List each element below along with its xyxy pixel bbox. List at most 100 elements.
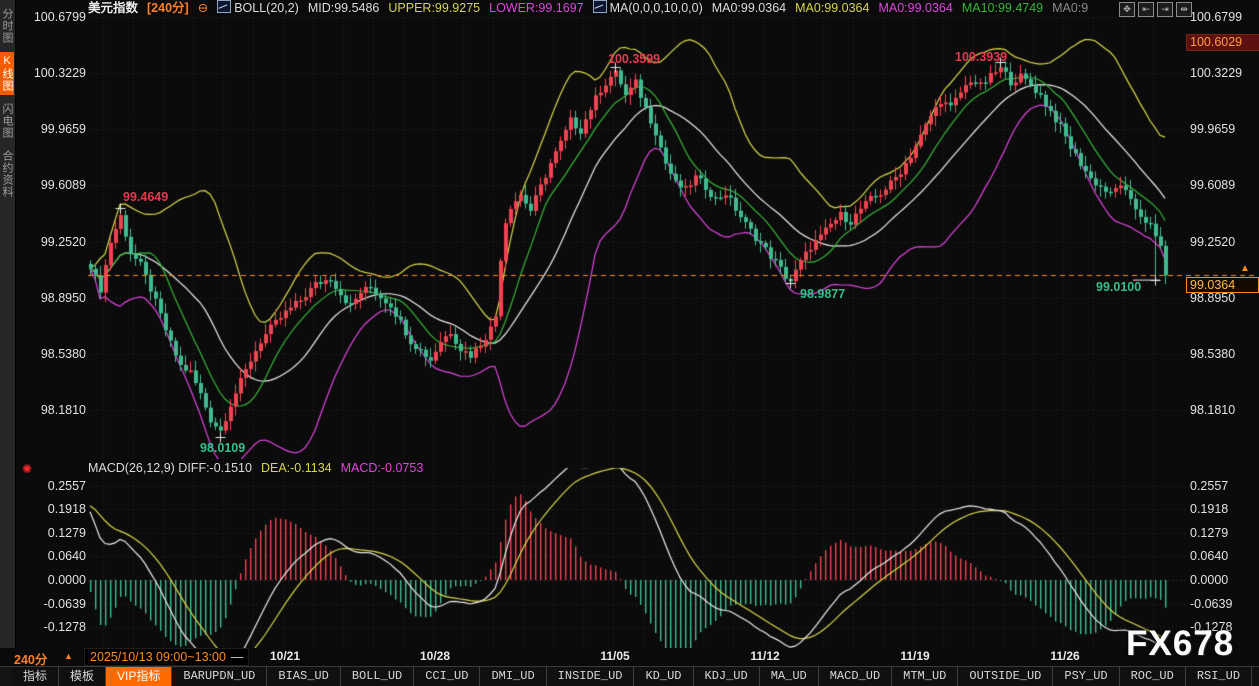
tab-INSIDE_UD[interactable]: INSIDE_UD	[547, 667, 635, 686]
tab-VIP指标[interactable]: VIP指标	[106, 667, 172, 686]
macd-hist-value: MACD:-0.0753	[341, 461, 424, 475]
annotation-99.0100: 99.0100	[1096, 280, 1141, 294]
session-high-badge: 100.6029	[1186, 34, 1259, 51]
price-label-left: 99.2520	[24, 235, 86, 249]
macd-label-left: 0.2557	[24, 479, 86, 493]
tab-KD_UD[interactable]: KD_UD	[634, 667, 693, 686]
boll-mid-value: MID:99.5486	[308, 1, 380, 15]
pan-icon[interactable]: ✥	[1119, 2, 1135, 17]
ma-chart-icon	[593, 0, 607, 13]
macd-diff-value: MACD(26,12,9) DIFF:-0.1510	[88, 461, 252, 475]
price-label-right: 98.1810	[1190, 403, 1235, 417]
ma10-value: MA10:99.4749	[962, 1, 1043, 15]
annotation-98.0109: 98.0109	[200, 441, 245, 455]
macd-label-right: -0.1278	[1190, 620, 1232, 634]
x-label-11/05: 11/05	[600, 649, 629, 663]
annotation-98.9877: 98.9877	[800, 287, 845, 301]
boll-title: BOLL(20,2)	[234, 1, 299, 15]
annotation-100.3939: 100.3939	[955, 50, 1007, 64]
tab-指标[interactable]: 指标	[12, 667, 59, 686]
price-label-left: 100.3229	[24, 66, 86, 80]
sidebar-item-分时图[interactable]: 分时图	[0, 5, 14, 47]
tab-MACD_UD[interactable]: MACD_UD	[819, 667, 892, 686]
chart-window: 分时图 K线图闪电图合约资料 美元指数 [240分] ⊖ BOLL(20,2) MID:9…	[0, 0, 1259, 685]
current-price-badge: 99.0364	[1186, 277, 1259, 293]
axis-scale-right-icon[interactable]: ⇥	[1157, 2, 1173, 17]
x-label-10/28: 10/28	[420, 649, 450, 663]
x-label-11/12: 11/12	[750, 649, 779, 663]
tab-ROC_UD[interactable]: ROC_UD	[1120, 667, 1186, 686]
tab-PSY_UD[interactable]: PSY_UD	[1053, 667, 1119, 686]
axis-scale-left-icon[interactable]: ⇤	[1138, 2, 1154, 17]
sidebar-item-闪电图[interactable]: 闪电图	[0, 100, 14, 142]
tab-MTM_UD[interactable]: MTM_UD	[892, 667, 958, 686]
time-axis-row: 240分 ▲ 2025/10/13 09:00~13:00— 10/2110/2…	[0, 648, 1259, 666]
tab-CCI_UD[interactable]: CCI_UD	[414, 667, 480, 686]
ma0-white-value: MA0:99.0364	[712, 1, 786, 15]
price-label-right: 98.5380	[1190, 347, 1235, 361]
macd-dea-value: DEA:-0.1134	[261, 461, 332, 475]
ma0-gray-value: MA0:9	[1052, 1, 1088, 15]
indicator-tabs-bar: 指标模板VIP指标BARUPDN_UDBIAS_UDBOLL_UDCCI_UDD…	[0, 666, 1259, 686]
tab-KDJ_UD[interactable]: KDJ_UD	[694, 667, 760, 686]
macd-settings-icon[interactable]: ✺	[22, 462, 32, 476]
macd-label-right: 0.1279	[1190, 526, 1228, 540]
boll-chart-icon	[217, 0, 231, 13]
price-label-right: 98.8950	[1190, 291, 1235, 305]
macd-label-left: 0.0000	[24, 573, 86, 587]
sidebar-item-K线图[interactable]: K线图	[0, 52, 14, 95]
price-label-right: 100.6799	[1190, 10, 1242, 24]
price-label-right: 99.2520	[1190, 235, 1235, 249]
window-icons: ✥⇤⇥⇹	[1116, 2, 1192, 20]
price-label-right: 99.6089	[1190, 178, 1235, 192]
macd-label-right: 0.0640	[1190, 549, 1228, 563]
price-label-left: 98.8950	[24, 291, 86, 305]
date-range-dash: —	[231, 650, 244, 664]
x-label-11/19: 11/19	[900, 649, 929, 663]
tab-DMI_UD[interactable]: DMI_UD	[480, 667, 546, 686]
tab-BARUPDN_UD[interactable]: BARUPDN_UD	[172, 667, 267, 686]
price-alert-arrow-icon: ▲	[1240, 264, 1250, 274]
x-label-10/21: 10/21	[270, 649, 300, 663]
price-label-left: 100.6799	[24, 10, 86, 24]
macd-label-left: -0.1278	[24, 620, 86, 634]
tab-BIAS_UD[interactable]: BIAS_UD	[267, 667, 340, 686]
left-sidebar: 分时图 K线图闪电图合约资料	[0, 0, 16, 650]
period-up-arrow-icon[interactable]: ▲	[64, 651, 73, 661]
symbol-title: 美元指数	[88, 1, 138, 15]
x-label-11/26: 11/26	[1050, 649, 1079, 663]
tab-RSI_UD[interactable]: RSI_UD	[1186, 667, 1252, 686]
chart-canvas[interactable]	[0, 0, 1259, 648]
date-range-text: 2025/10/13 09:00~13:00	[90, 650, 226, 664]
sidebar-item-合约资料[interactable]: 合约资料	[0, 147, 14, 201]
macd-label-right: 0.0000	[1190, 573, 1228, 587]
fit-width-icon[interactable]: ⇹	[1176, 2, 1192, 17]
tab-模板[interactable]: 模板	[59, 667, 106, 686]
macd-label-left: 0.0640	[24, 549, 86, 563]
price-label-left: 98.1810	[24, 403, 86, 417]
price-label-left: 98.5380	[24, 347, 86, 361]
ma-title: MA(0,0,0,10,0,0)	[610, 1, 703, 15]
date-range-box: 2025/10/13 09:00~13:00 —	[84, 648, 249, 666]
macd-label-right: -0.0639	[1190, 597, 1232, 611]
tab-SMA_UD[interactable]: SMA_UD	[1252, 667, 1259, 686]
annotation-100.3599: 100.3599	[608, 52, 660, 66]
macd-label-left: -0.0639	[24, 597, 86, 611]
annotation-99.4649: 99.4649	[123, 190, 168, 204]
price-label-right: 99.9659	[1190, 122, 1235, 136]
macd-header: MACD(26,12,9) DIFF:-0.1510 DEA:-0.1134 MAC…	[88, 461, 432, 476]
macd-label-left: 0.1279	[24, 526, 86, 540]
macd-label-right: 0.2557	[1190, 479, 1228, 493]
macd-label-right: 0.1918	[1190, 502, 1228, 516]
tab-BOLL_UD[interactable]: BOLL_UD	[341, 667, 414, 686]
ma0-yellow-value: MA0:99.0364	[795, 1, 869, 15]
macd-label-left: 0.1918	[24, 502, 86, 516]
tab-OUTSIDE_UD[interactable]: OUTSIDE_UD	[958, 667, 1053, 686]
period-label: [240分]	[147, 1, 189, 15]
ma0-magenta-value: MA0:99.0364	[878, 1, 952, 15]
price-label-left: 99.9659	[24, 122, 86, 136]
collapse-icon[interactable]: ⊖	[198, 1, 208, 15]
tab-MA_UD[interactable]: MA_UD	[760, 667, 819, 686]
boll-upper-value: UPPER:99.9275	[388, 1, 480, 15]
price-label-right: 100.3229	[1190, 66, 1242, 80]
